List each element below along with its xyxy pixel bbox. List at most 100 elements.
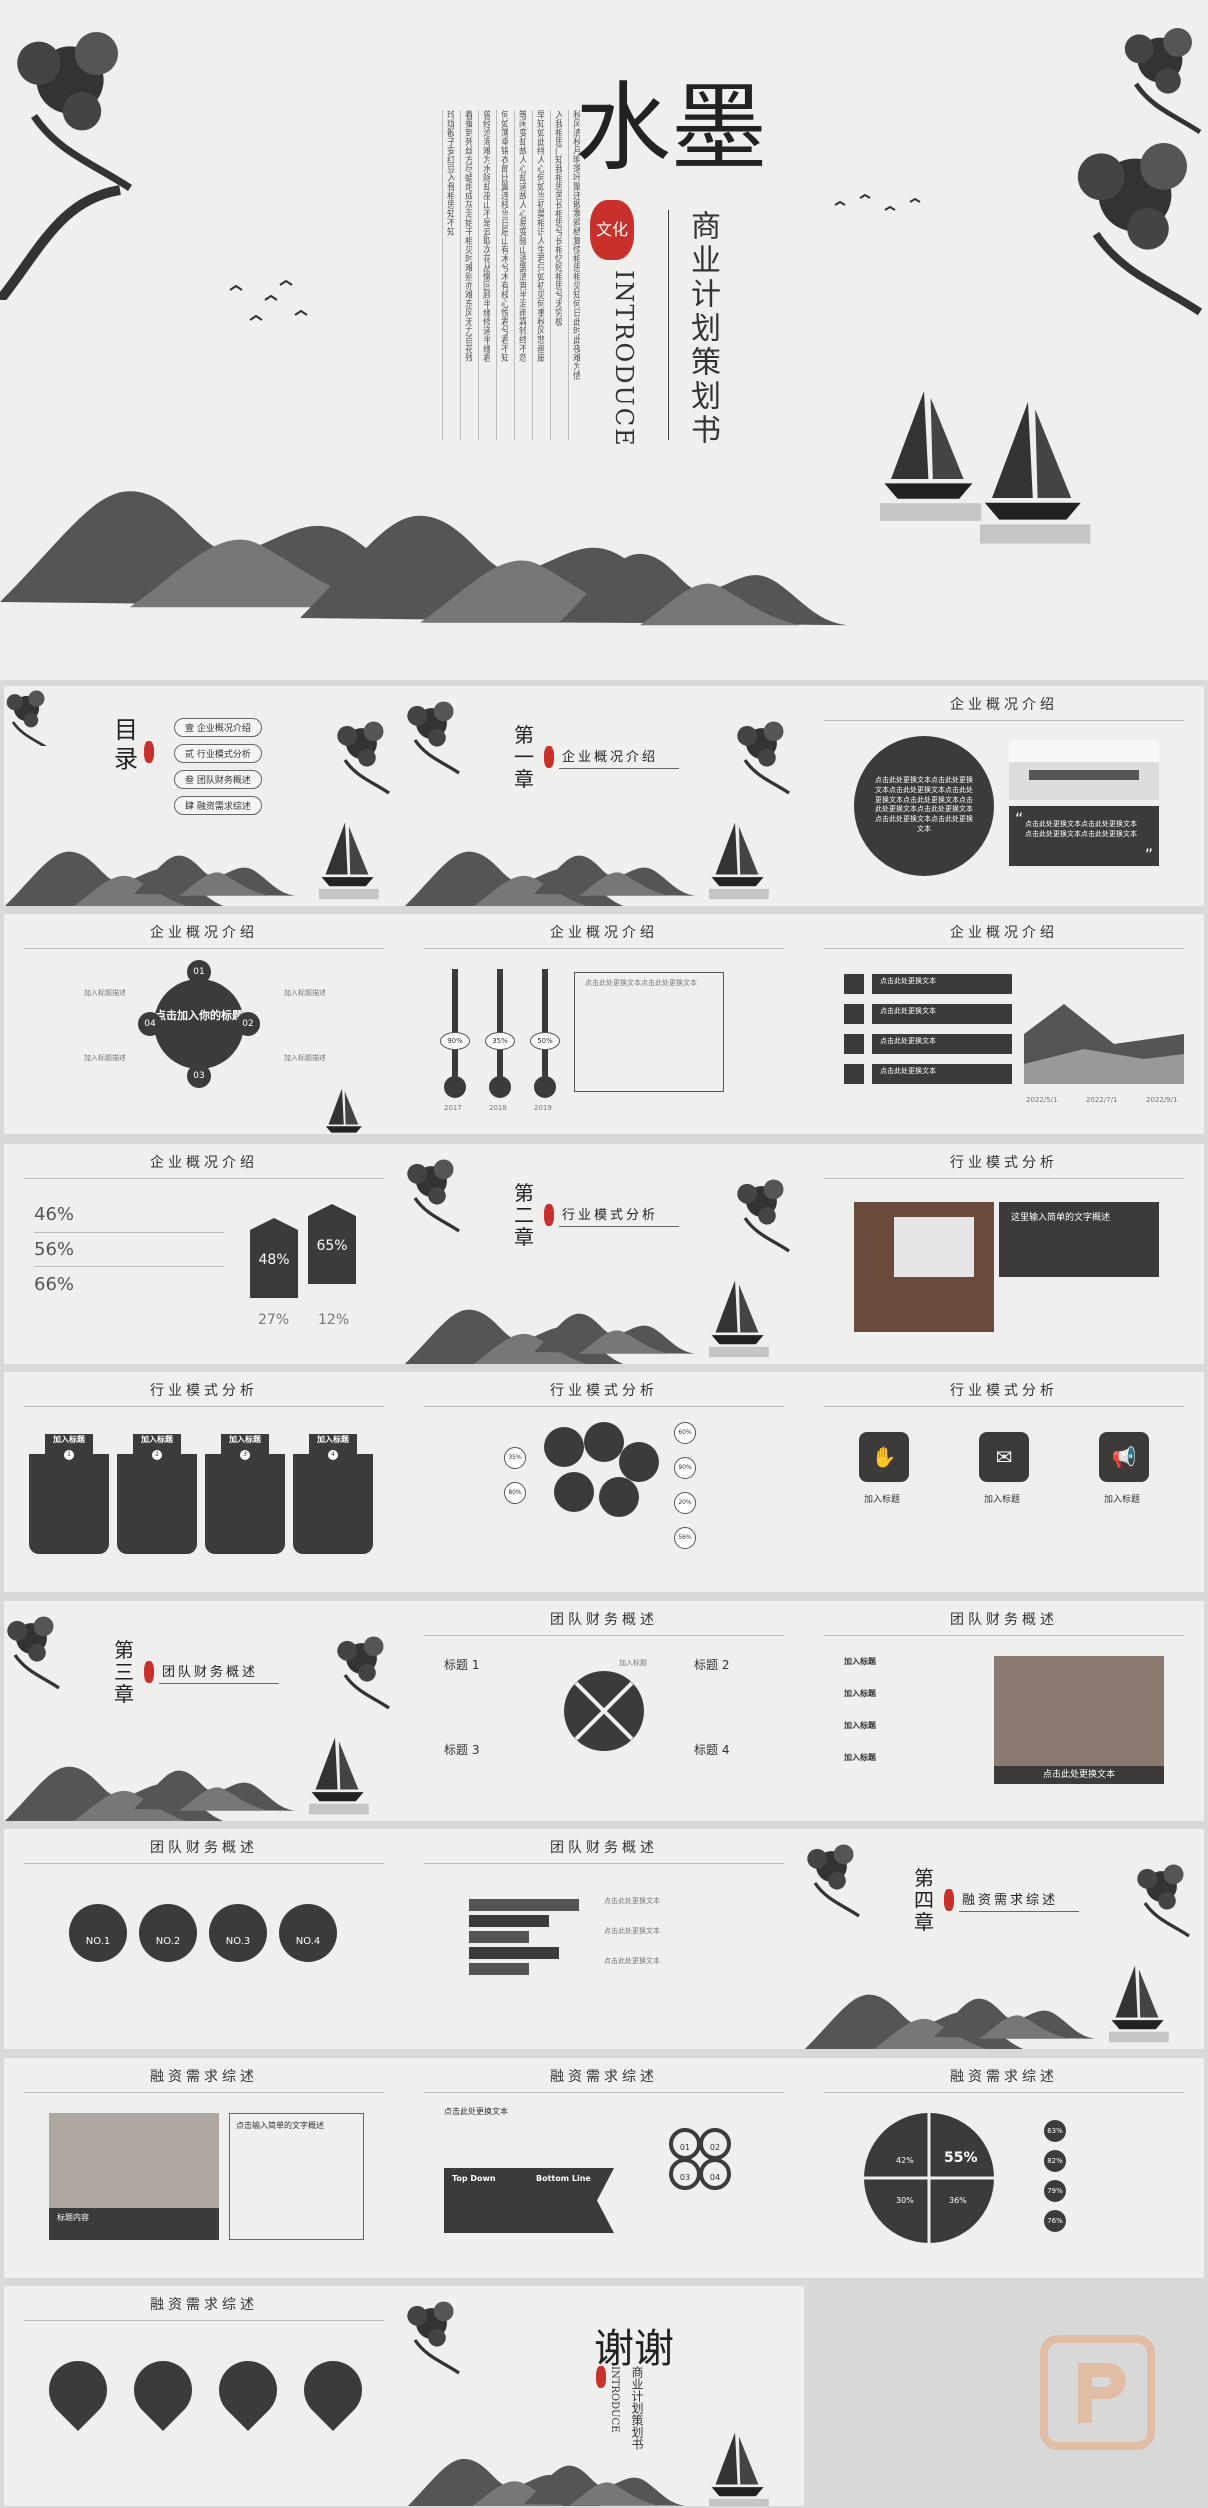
ink-mountains [404, 1309, 696, 1364]
pct-dot: 79% [1044, 2180, 1066, 2202]
label-3: 加入标题 [1104, 1495, 1141, 1505]
slide-contents[interactable]: 目录 壹 企业概况介绍 贰 行业模式分析 叁 团队财务概述 肆 融资需求综述 [4, 686, 404, 906]
chapter-underline [559, 768, 679, 769]
slide-title: 行业模式分析 [550, 1383, 658, 1399]
pin-icon[interactable] [844, 1004, 864, 1024]
numbered-circle[interactable]: NO.1 [69, 1904, 127, 1962]
info-banner[interactable]: Top Down Bottom Line [444, 2168, 614, 2233]
slide-team-1[interactable]: 团队财务概述 标题 1 标题 2 标题 3 标题 4 加入标题 [404, 1601, 804, 1821]
list-item[interactable]: 点击此处更换文本 [872, 1064, 1012, 1084]
contents-item-1[interactable]: 壹 企业概况介绍 [174, 718, 262, 737]
ink-sailboats [309, 1737, 369, 1815]
numbered-circle[interactable]: NO.2 [139, 1904, 197, 1962]
text-box-head: 点击输入简单的文字概述 [236, 2121, 324, 2130]
quote-box[interactable]: “ 点击此处更换文本点击此处更换文本点击此处更换文本点击此处更换文本 ” [1009, 806, 1159, 866]
slide-financing-3[interactable]: 融资需求综述 55% 42% 36% 30% 63% 82% 79% 76% [804, 2058, 1204, 2278]
numbered-circle[interactable]: NO.4 [279, 1904, 337, 1962]
megaphone-icon[interactable]: 📢 [1099, 1432, 1149, 1482]
pct-badge: 80% [504, 1482, 526, 1504]
cover-title: 水墨 [575, 80, 767, 176]
chat-pin-icon[interactable] [121, 2348, 205, 2432]
bar-note: 点击此处更换文本 [604, 1927, 660, 1935]
slide-company-overview-2[interactable]: 企业概况介绍 点击加入你的标题 01 02 03 04 加入标题描述 加入标题描… [4, 914, 404, 1134]
ring[interactable]: 01 [669, 2128, 701, 2160]
numbered-circle[interactable]: NO.3 [209, 1904, 267, 1962]
hex-2[interactable]: 65% [308, 1204, 356, 1284]
chapter-number: 第四章 [914, 1866, 934, 1934]
node-03[interactable]: 03 [187, 1064, 211, 1088]
laptop-icon[interactable] [844, 1034, 864, 1054]
chapter-name: 团队财务概述 [162, 1665, 259, 1680]
numbered-circle-label: NO.4 [295, 1936, 321, 1947]
ink-flower-top-left [0, 0, 170, 300]
caption-box[interactable]: 标题内容 [49, 2208, 219, 2240]
gauge-year: 2019 [534, 1104, 552, 1112]
user-icon[interactable] [844, 974, 864, 994]
slide-industry-4[interactable]: 行业模式分析 ✋ ✉ 📢 加入标题 加入标题 加入标题 [804, 1372, 1204, 1592]
office-photo [1009, 740, 1159, 800]
slide-financing-2[interactable]: 融资需求综述 点击此处更换文本 Top Down Bottom Line 01 0… [404, 2058, 804, 2278]
quarter-pie[interactable] [864, 2113, 994, 2243]
mail-pin-icon[interactable] [291, 2348, 375, 2432]
slide-chapter-3[interactable]: 第三章 团队财务概述 [4, 1601, 404, 1821]
slide-financing-4[interactable]: 融资需求综述 [4, 2286, 404, 2506]
card-number: 1 [64, 1450, 74, 1460]
office-photo [49, 2113, 219, 2208]
lightbulb-pin-icon[interactable] [36, 2348, 120, 2432]
slide-industry-3[interactable]: 行业模式分析 35% 80% 60% 90% 20% 56% [404, 1372, 804, 1592]
node-02[interactable]: 02 [236, 1012, 260, 1036]
ink-flower-icon [1135, 1862, 1191, 1938]
thanks-introduce: INTRODUCE [609, 2366, 620, 2433]
car-pin-icon[interactable] [206, 2348, 290, 2432]
slide-team-2[interactable]: 团队财务概述 加入标题 加入标题 加入标题 加入标题 点击此处更换文本 [804, 1601, 1204, 1821]
list-item[interactable]: 点击此处更换文本 [872, 1034, 1012, 1054]
list-item[interactable]: 点击此处更换文本 [872, 974, 1012, 994]
slide-chapter-1[interactable]: 第一章 企业概况介绍 [404, 686, 804, 906]
list-item[interactable]: 点击此处更换文本 [872, 1004, 1012, 1024]
contents-item-3[interactable]: 叁 团队财务概述 [174, 770, 262, 789]
center-title-circle[interactable]: 点击加入你的标题 [154, 979, 244, 1069]
mail-icon[interactable]: ✉ [979, 1432, 1029, 1482]
ring[interactable]: 02 [699, 2128, 731, 2160]
slide-company-overview-1[interactable]: 企业概况介绍 点击此处更换文本点击此处更换文本点击此处更换文本点击此处更换文本点… [804, 686, 1204, 906]
card-number: 4 [328, 1450, 338, 1460]
node-01[interactable]: 01 [187, 960, 211, 984]
pct-1: 46% [34, 1204, 75, 1225]
node-04[interactable]: 04 [138, 1012, 162, 1036]
headline-box[interactable]: 这里输入简单的文字概述 [999, 1202, 1159, 1277]
text-box[interactable]: 点击输入简单的文字概述 [229, 2113, 364, 2240]
ring[interactable]: 03 [669, 2158, 701, 2190]
handshake-icon[interactable]: ✋ [859, 1432, 909, 1482]
slide-thanks[interactable]: 谢谢 INTRODUCE 商业计划策划书 [404, 2286, 804, 2506]
slide-industry-2[interactable]: 行业模式分析 加入标题 1 加入标题 2 加入标题 3 加入标题 4 [4, 1372, 404, 1592]
slide-team-3[interactable]: 团队财务概述 NO.1 NO.2 NO.3 NO.4 [4, 1829, 404, 2049]
ring[interactable]: 04 [699, 2158, 731, 2190]
contents-item-4[interactable]: 肆 融资需求综述 [174, 796, 262, 815]
label-2: 加入标题 [984, 1495, 1021, 1505]
ink-mountains [4, 851, 296, 906]
chapter-underline [559, 1226, 679, 1227]
cluster-circle [619, 1442, 659, 1482]
poem-column: 曾经沧海难为水除却巫山不是云取次花丛懒回顾半缘修道半缘君 [478, 110, 490, 440]
tools-icon[interactable] [844, 1064, 864, 1084]
bottom-line-label: Bottom Line [536, 2174, 591, 2183]
slide-chapter-4[interactable]: 第四章 融资需求综述 [804, 1829, 1204, 2049]
slide-company-overview-4[interactable]: 企业概况介绍 点击此处更换文本 点击此处更换文本 点击此处更换文本 点击此处更换… [804, 914, 1204, 1134]
contents-item-2[interactable]: 贰 行业模式分析 [174, 744, 262, 763]
list-title: 加入标题 [844, 1657, 876, 1666]
slide-financing-1[interactable]: 融资需求综述 标题内容 点击输入简单的文字概述 [4, 2058, 404, 2278]
slide-team-4[interactable]: 团队财务概述 点击此处更换文本 点击此处更换文本 点击此处更换文本 [404, 1829, 804, 2049]
hex-1[interactable]: 48% [250, 1218, 298, 1298]
slide-company-overview-5[interactable]: 企业概况介绍 46% 56% 66% 48% 65% 27% 12% [4, 1144, 404, 1364]
slide-chapter-2[interactable]: 第二章 行业模式分析 [404, 1144, 804, 1364]
pct-badge: 60% [674, 1422, 696, 1444]
ink-flower-icon [5, 689, 51, 746]
cover-introduce: INTRODUCE [610, 270, 638, 448]
pct-2: 56% [34, 1239, 75, 1260]
slide-company-overview-3[interactable]: 企业概况介绍 90% 2017 35% 2018 50% 2019 点击此处更换… [404, 914, 804, 1134]
slide-industry-1[interactable]: 行业模式分析 这里输入简单的文字概述 [804, 1144, 1204, 1364]
slide-title: 团队财务概述 [550, 1840, 658, 1856]
photo-caption[interactable]: 点击此处更换文本 [994, 1766, 1164, 1784]
overview-circle[interactable]: 点击此处更换文本点击此处更换文本点击此处更换文本点击此处更换文本点击此处更换文本… [854, 736, 994, 876]
text-box[interactable]: 点击此处更换文本点击此处更换文本 [574, 972, 724, 1092]
